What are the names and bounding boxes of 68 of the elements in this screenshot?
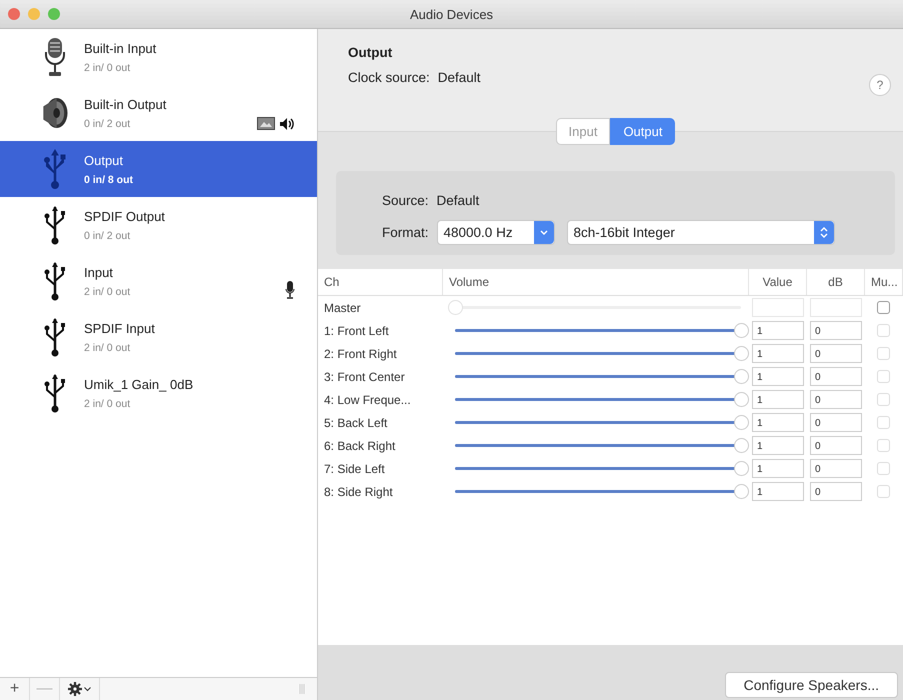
device-title: Output <box>348 45 394 60</box>
caret-icon <box>84 686 91 692</box>
column-header[interactable]: Mu... <box>865 269 903 295</box>
device-name: Built-in Input <box>84 40 158 56</box>
settings-icon <box>68 682 82 696</box>
channel-name: 7: Side Left <box>323 462 386 476</box>
slider-thumb[interactable] <box>448 300 463 315</box>
up-down-arrows-icon <box>820 227 828 238</box>
column-header[interactable]: Value <box>749 269 807 295</box>
usb-icon <box>44 205 66 245</box>
device-name: Built-in Output <box>84 96 168 112</box>
window-title: Audio Devices <box>410 6 494 22</box>
format-dropdown[interactable]: 8ch-16bit Integer <box>566 220 835 245</box>
close-button[interactable] <box>8 8 20 20</box>
device-row[interactable]: Umik_1 Gain_ 0dB 2 in/ 0 out <box>0 365 317 421</box>
device-channel-count: 2 in/ 0 out <box>84 286 132 298</box>
db-field[interactable] <box>810 298 862 317</box>
source-label: Source: <box>382 193 429 208</box>
format-label: Format: <box>382 225 429 240</box>
device-channel-count: 0 in/ 2 out <box>84 230 132 242</box>
device-row[interactable]: SPDIF Output 0 in/ 2 out <box>0 197 317 253</box>
channel-name: 2: Front Right <box>323 346 398 360</box>
zoom-button[interactable] <box>48 8 60 20</box>
device-row[interactable]: Built-in Output 0 in/ 2 out <box>0 85 317 141</box>
device-row[interactable]: SPDIF Input 2 in/ 0 out <box>0 309 317 365</box>
device-name: SPDIF Input <box>84 320 156 336</box>
device-channel-count: 2 in/ 0 out <box>84 342 132 354</box>
device-channel-count: 0 in/ 8 out <box>84 174 134 186</box>
usb-icon <box>44 261 66 301</box>
channel-name: Master <box>323 300 362 314</box>
usb-icon <box>44 149 66 189</box>
resize-grip-icon[interactable] <box>299 684 305 694</box>
device-name: SPDIF Output <box>84 208 166 224</box>
device-channel-count: 2 in/ 0 out <box>84 398 132 410</box>
source-value: Default <box>436 193 480 208</box>
column-header[interactable]: Volume <box>443 269 749 295</box>
usb-icon <box>44 317 66 357</box>
clock-source-label: Clock source: <box>348 70 430 85</box>
sample-rate-dropdown[interactable]: 48000.0 Hz <box>436 220 555 245</box>
column-header[interactable]: dB <box>807 269 865 295</box>
add-button[interactable]: + <box>0 678 30 700</box>
device-name: Input <box>84 264 114 280</box>
mute-checkbox[interactable] <box>877 301 890 314</box>
channel-name: 6: Back Right <box>323 438 396 452</box>
chevron-down-icon <box>540 230 548 235</box>
device-row[interactable]: Output 0 in/ 8 out <box>0 141 317 197</box>
microphone-icon <box>44 37 66 77</box>
channel-name: 3: Front Center <box>323 370 406 384</box>
microphone-icon <box>285 281 295 299</box>
device-name: Output <box>84 152 124 168</box>
speaker-volume-icon <box>279 117 295 131</box>
channel-name: 4: Low Freque... <box>323 392 412 406</box>
tab[interactable]: Output <box>610 118 676 145</box>
device-name: Umik_1 Gain_ 0dB <box>84 376 194 392</box>
value-field[interactable] <box>752 298 804 317</box>
device-row[interactable]: Built-in Input 2 in/ 0 out <box>0 29 317 85</box>
channel-name: 1: Front Left <box>323 324 390 338</box>
device-channel-count: 0 in/ 2 out <box>84 118 132 130</box>
channel-name: 8: Side Right <box>323 484 394 498</box>
clock-source-value: Default <box>438 70 481 85</box>
device-channel-count: 2 in/ 0 out <box>84 62 132 74</box>
column-header[interactable]: Ch <box>318 269 443 295</box>
usb-icon <box>44 373 66 413</box>
device-row[interactable]: Input 2 in/ 0 out <box>0 253 317 309</box>
channel-name: 5: Back Left <box>323 416 388 430</box>
minimize-button[interactable] <box>28 8 40 20</box>
help-button[interactable]: ? <box>869 74 891 96</box>
configure-speakers-button[interactable]: Configure Speakers... <box>724 672 898 698</box>
